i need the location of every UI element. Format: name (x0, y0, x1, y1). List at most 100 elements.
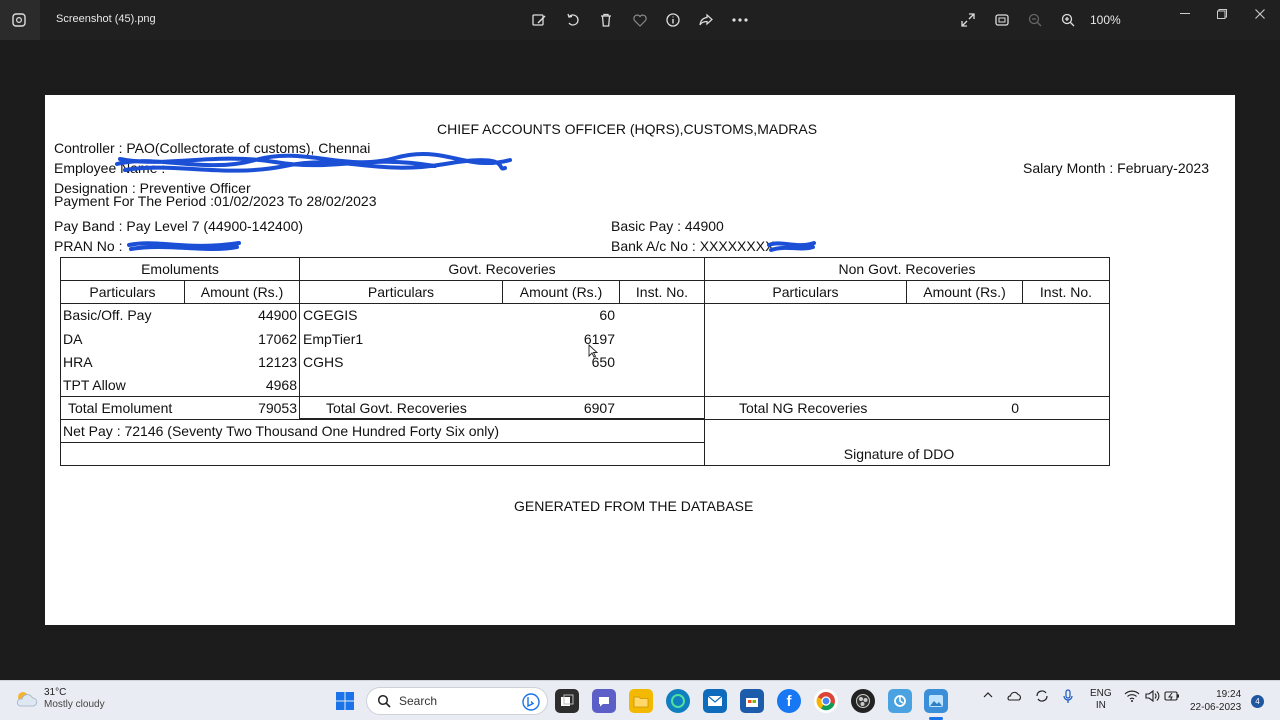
govt-particulars-header: Particulars (367, 284, 435, 300)
pran-redaction (127, 241, 241, 251)
snipping-tool-icon[interactable] (888, 689, 912, 713)
more-icon[interactable] (730, 11, 750, 29)
file-name: Screenshot (45).png (56, 13, 156, 25)
zoom-in-icon[interactable] (1059, 11, 1077, 29)
govt-inst-header: Inst. No. (635, 284, 689, 300)
recovery-amount: 6197 (583, 331, 615, 347)
pay-band: Pay Band : Pay Level 7 (44900-142400) (54, 218, 304, 234)
onedrive-icon[interactable] (1006, 689, 1022, 706)
redaction-scribble (115, 152, 512, 173)
battery-icon[interactable] (1164, 689, 1180, 706)
ng-inst-header: Inst. No. (1039, 284, 1093, 300)
system-clock[interactable]: 19:24 22-06-2023 (1190, 688, 1241, 714)
photos-icon[interactable] (924, 689, 948, 713)
emolument-amount: 17062 (258, 331, 297, 347)
emol-amount-header: Amount (Rs.) (200, 284, 284, 300)
ddo-signature-label: Signature of DDO (843, 446, 955, 462)
bank-redaction (767, 241, 816, 252)
wifi-icon[interactable] (1124, 689, 1140, 706)
photos-app-icon (8, 9, 30, 31)
mouse-cursor-icon (588, 344, 598, 358)
zoom-level[interactable]: 100% (1090, 13, 1121, 27)
taskbar: 31°C Mostly cloudy Search f ENG IN 19:24… (0, 680, 1280, 720)
search-placeholder: Search (399, 694, 438, 708)
net-pay: Net Pay : 72146 (Seventy Two Thousand On… (63, 423, 500, 439)
weather-widget[interactable]: 31°C Mostly cloudy (14, 687, 105, 711)
ng-amount-header: Amount (Rs.) (923, 284, 1006, 300)
search-icon (377, 694, 391, 708)
teams-chat-icon[interactable] (592, 689, 616, 713)
file-explorer-icon[interactable] (629, 689, 653, 713)
show-hidden-icons[interactable] (982, 689, 994, 704)
maximize-button[interactable] (1207, 4, 1237, 24)
temperature: 31°C (44, 687, 67, 698)
emolument-name: HRA (63, 354, 93, 370)
emolument-amount: 12123 (258, 354, 297, 370)
recovery-amount: 650 (591, 354, 615, 370)
govt-amount-header: Amount (Rs.) (519, 284, 603, 300)
emoluments-header: Emoluments (141, 261, 219, 277)
sync-icon[interactable] (1034, 689, 1050, 706)
mail-icon[interactable] (703, 689, 727, 713)
recovery-name: EmpTier1 (303, 331, 364, 347)
start-icon[interactable] (333, 689, 357, 713)
favorite-icon[interactable] (631, 11, 649, 29)
salary-table: Emoluments Govt. Recoveries Non Govt. Re… (60, 257, 1110, 466)
microphone-icon[interactable] (1062, 689, 1074, 708)
region-code: IN (1095, 700, 1106, 711)
recovery-name: CGEGIS (303, 307, 358, 323)
share-icon[interactable] (697, 11, 715, 29)
notification-badge[interactable]: 4 (1251, 695, 1264, 708)
store-icon[interactable] (740, 689, 764, 713)
pran-number: PRAN No : (54, 238, 123, 254)
language-code: ENG (1090, 688, 1112, 699)
minimize-button[interactable] (1170, 4, 1200, 24)
total-govt-value: 6907 (583, 400, 615, 416)
rotate-icon[interactable] (564, 11, 582, 29)
recovery-amount: 60 (599, 307, 615, 323)
emolument-name: DA (63, 331, 83, 347)
ng-particulars-header: Particulars (772, 284, 839, 300)
payslip-heading: CHIEF ACCOUNTS OFFICER (HQRS),CUSTOMS,MA… (437, 121, 818, 137)
info-icon[interactable] (664, 11, 682, 29)
recovery-name: CGHS (303, 354, 344, 370)
cloudy-weather-icon (16, 692, 38, 707)
delete-icon[interactable] (597, 11, 615, 29)
full-screen-icon[interactable] (959, 11, 977, 29)
nongovt-recoveries-header: Non Govt. Recoveries (838, 261, 976, 277)
bing-icon (522, 693, 540, 711)
close-button[interactable] (1245, 4, 1275, 24)
total-ng-value: 0 (1011, 400, 1019, 416)
total-emolument-value: 79053 (258, 400, 297, 416)
volume-icon[interactable] (1144, 689, 1160, 706)
payment-period: Payment For The Period :01/02/2023 To 28… (54, 193, 377, 209)
basic-pay: Basic Pay : 44900 (611, 218, 724, 234)
total-ng-label: Total NG Recoveries (739, 400, 868, 416)
edit-image-icon[interactable] (530, 11, 548, 29)
emolument-amount: 44900 (258, 307, 297, 323)
emolument-amount: 4968 (265, 377, 297, 393)
edge-browser-icon[interactable] (666, 689, 690, 713)
salary-month: Salary Month : February-2023 (1023, 160, 1209, 176)
total-govt-label: Total Govt. Recoveries (326, 400, 467, 416)
taskbar-search[interactable]: Search (366, 687, 548, 715)
chrome-icon[interactable] (814, 689, 838, 713)
generated-footer: GENERATED FROM THE DATABASE (514, 498, 754, 514)
total-emolument-label: Total Emolument (68, 400, 173, 416)
file-tab[interactable] (0, 0, 40, 40)
obs-icon[interactable] (851, 689, 875, 713)
facebook-icon[interactable]: f (777, 689, 801, 713)
emolument-name: Basic/Off. Pay (63, 307, 152, 323)
zoom-out-icon[interactable] (1026, 11, 1044, 29)
title-bar: Screenshot (45).png 100% (0, 0, 1280, 40)
emolument-name: TPT Allow (63, 377, 126, 393)
govt-recoveries-header: Govt. Recoveries (448, 261, 556, 277)
payslip-image: CHIEF ACCOUNTS OFFICER (HQRS),CUSTOMS,MA… (45, 95, 1235, 625)
language-indicator[interactable]: ENG IN (1090, 688, 1112, 712)
clock-time: 19:24 (1216, 689, 1242, 700)
bank-account: Bank A/c No : XXXXXXXX (611, 238, 775, 254)
weather-condition: Mostly cloudy (44, 699, 105, 710)
clock-date: 22-06-2023 (1190, 702, 1242, 713)
task-view-icon[interactable] (555, 689, 579, 713)
fit-window-icon[interactable] (993, 11, 1011, 29)
